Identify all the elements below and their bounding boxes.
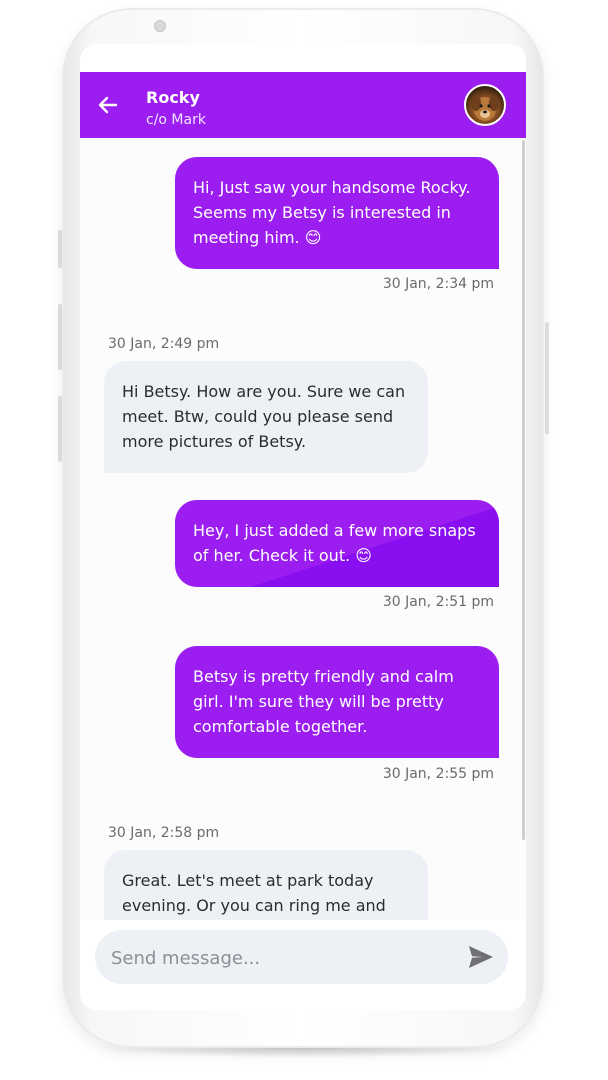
arrow-left-icon[interactable] — [96, 93, 120, 117]
message-bubble-outgoing: Hey, I just added a few more snaps of he… — [175, 500, 499, 587]
message-list[interactable]: Hi, Just saw your handsome Rocky. Seems … — [80, 138, 526, 920]
message-timestamp: 30 Jan, 2:55 pm — [382, 766, 494, 782]
contact-avatar[interactable] — [464, 84, 506, 126]
message-input[interactable] — [109, 930, 453, 986]
contact-subtitle: c/o Mark — [146, 112, 206, 128]
dog-avatar-image — [471, 95, 499, 121]
front-camera — [154, 20, 166, 32]
message-timestamp: 30 Jan, 2:49 pm — [108, 336, 220, 352]
send-icon[interactable] — [468, 945, 494, 969]
chat-scrollbar[interactable] — [522, 140, 525, 840]
message-bubble-outgoing: Hi, Just saw your handsome Rocky. Seems … — [175, 157, 499, 269]
message-composer — [95, 930, 508, 986]
message-timestamp: 30 Jan, 2:58 pm — [108, 825, 220, 841]
message-bubble-incoming: Great. Let's meet at park today evening.… — [104, 850, 428, 920]
page: Rocky c/o Mark Hi, Just saw your handsom… — [0, 0, 608, 1080]
contact-name: Rocky — [146, 88, 200, 107]
chat-header: Rocky c/o Mark — [80, 72, 526, 138]
message-bubble-incoming: Hi Betsy. How are you. Sure we can meet.… — [104, 361, 428, 473]
phone-side-button — [545, 322, 549, 434]
message-timestamp: 30 Jan, 2:34 pm — [382, 276, 494, 292]
message-timestamp: 30 Jan, 2:51 pm — [382, 594, 494, 610]
message-bubble-outgoing: Betsy is pretty friendly and calm girl. … — [175, 646, 499, 758]
phone-screen: Rocky c/o Mark Hi, Just saw your handsom… — [80, 44, 526, 1010]
